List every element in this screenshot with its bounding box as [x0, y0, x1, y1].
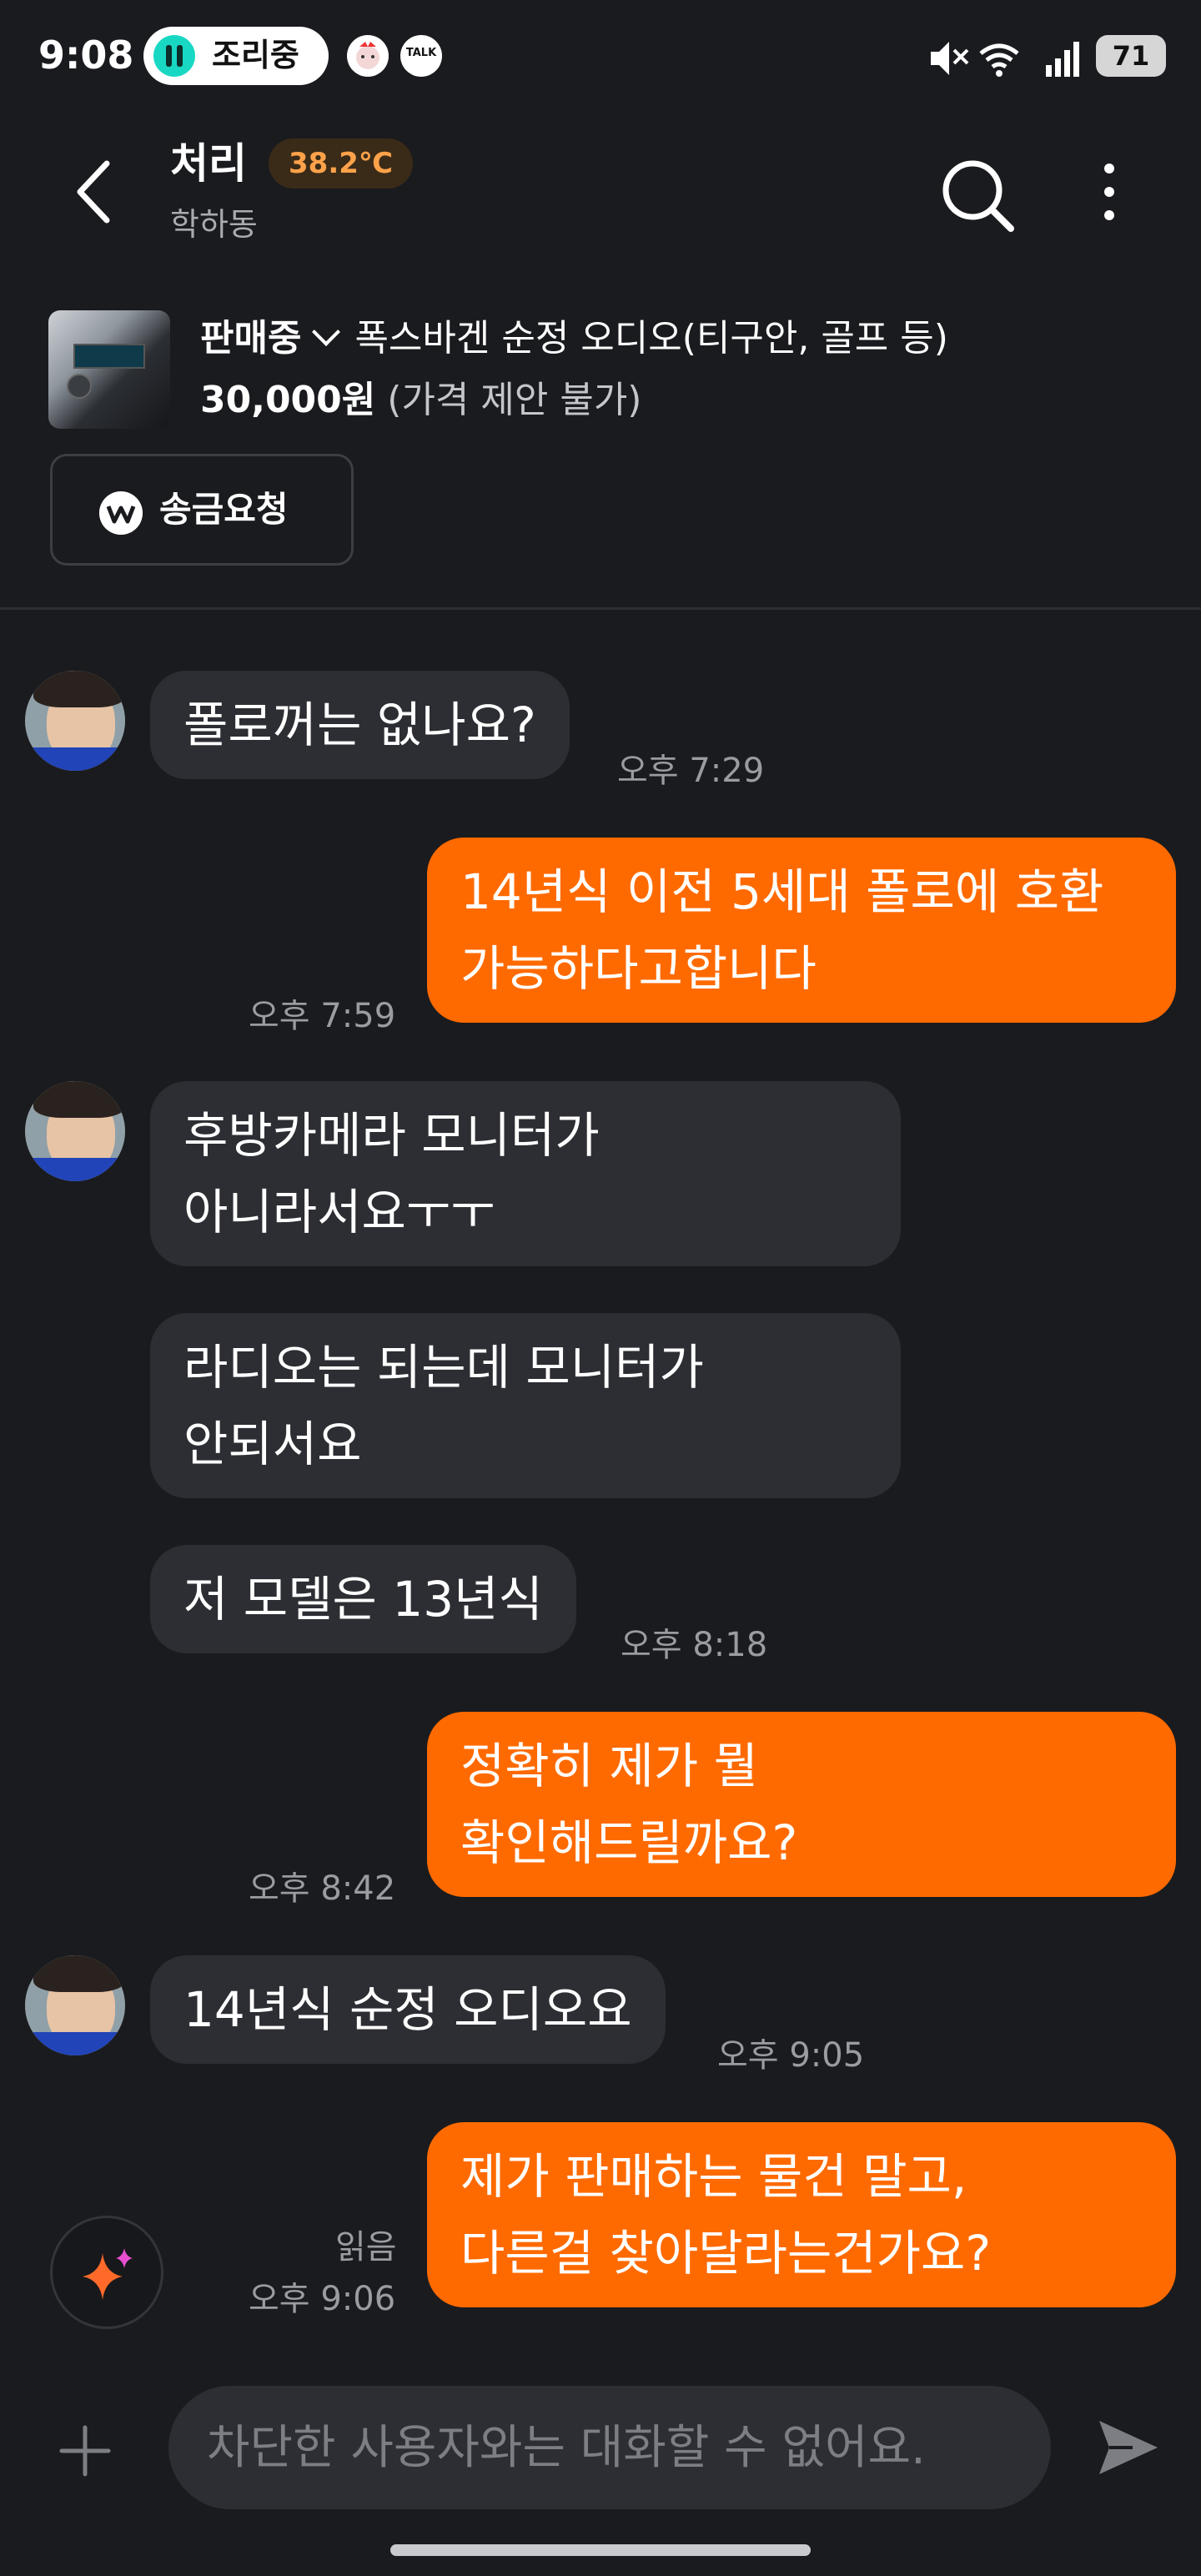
status-time: 9:08: [38, 33, 134, 78]
message-bubble-incoming[interactable]: 저 모델은 13년식: [150, 1545, 576, 1653]
kakaotalk-notification-icon: TALK: [400, 35, 442, 77]
message-bubble-incoming[interactable]: 라디오는 되는데 모니터가 안되서요: [150, 1313, 901, 1498]
message-time: 오후 8:18: [621, 1626, 768, 1664]
pill-label: 조리중: [212, 37, 299, 73]
avatar-hair: [33, 1081, 125, 1118]
battery-indicator: 71: [1096, 35, 1166, 77]
header-divider: [0, 607, 1201, 610]
notification-app-icon: [347, 35, 389, 77]
message-text: 14년식 순정 오디오요: [183, 1981, 632, 2038]
message-time: 오후 9:05: [717, 2036, 865, 2075]
product-price: 30,000원: [200, 379, 376, 421]
price-note: (가격 제안 불가): [387, 379, 642, 421]
ai-assistant-button[interactable]: [50, 2216, 163, 2329]
wifi-icon: [979, 43, 1019, 69]
chevron-down-icon[interactable]: [312, 318, 341, 346]
avatar-shirt: [25, 1158, 125, 1181]
talk-label: TALK: [405, 47, 437, 59]
won-icon: [99, 491, 143, 535]
manner-temperature-badge[interactable]: 38.2℃: [269, 138, 414, 189]
sale-status[interactable]: 판매중: [200, 317, 301, 360]
message-time: 오후 8:42: [249, 1869, 396, 1908]
message-text: 가능하다고합니다: [460, 940, 817, 997]
message-text: 14년식 이전 5세대 폴로에 호환: [460, 863, 1104, 920]
product-line[interactable]: 판매중 폭스바겐 순정 오디오(티구안, 골프 등): [200, 314, 948, 364]
chat-partner-name: 처리: [170, 139, 247, 188]
message-bubble-outgoing[interactable]: 제가 판매하는 물건 말고, 다른걸 찾아달라는건가요?: [427, 2122, 1176, 2307]
message-time: 오후 9:06: [249, 2280, 396, 2318]
partner-avatar[interactable]: [25, 1081, 125, 1181]
message-text: 확인해드릴까요?: [460, 1814, 798, 1871]
message-text: 아니라서요ㅜㅜ: [183, 1184, 495, 1240]
send-icon[interactable]: [1094, 2414, 1161, 2481]
message-time: 오후 7:59: [249, 997, 396, 1035]
message-time: 오후 7:29: [617, 752, 765, 790]
home-indicator: [390, 2544, 811, 2556]
signal-icon: [1046, 42, 1079, 77]
avatar-hair: [33, 1955, 125, 1992]
message-bubble-outgoing[interactable]: 정확히 제가 뭘 확인해드릴까요?: [427, 1712, 1176, 1897]
plus-icon[interactable]: [58, 2424, 112, 2478]
message-text: 안되서요: [183, 1416, 362, 1472]
partner-location: 학하동: [170, 206, 258, 243]
message-text: 정확히 제가 뭘: [460, 1738, 759, 1794]
avatar-hair: [33, 671, 125, 707]
mute-icon: [931, 42, 969, 75]
partner-avatar[interactable]: [25, 671, 125, 771]
thumb-radio-knob: [67, 374, 92, 399]
cooking-timer-pill[interactable]: 조리중: [143, 27, 329, 85]
message-bubble-incoming[interactable]: 폴로꺼는 없나요?: [150, 671, 570, 779]
sparkle-icon: [83, 2248, 133, 2300]
product-title: 폭스바겐 순정 오디오(티구안, 골프 등): [354, 317, 948, 360]
remit-request-label: 송금요청: [159, 489, 289, 530]
avatar-shirt: [25, 2032, 125, 2055]
timer-app-icon: [153, 35, 195, 77]
partner-avatar[interactable]: [25, 1955, 125, 2055]
message-text: 제가 판매하는 물건 말고,: [460, 2148, 967, 2205]
product-thumbnail[interactable]: [48, 310, 170, 429]
message-text: 폴로꺼는 없나요?: [183, 697, 536, 753]
message-text: 다른걸 찾아달라는건가요?: [460, 2225, 992, 2282]
search-icon[interactable]: [939, 157, 1016, 234]
message-text: 후방카메라 모니터가: [183, 1107, 600, 1164]
message-input[interactable]: [168, 2386, 1051, 2509]
remit-request-button[interactable]: 송금요청: [50, 454, 354, 566]
avatar-shirt: [25, 747, 125, 771]
back-arrow-icon[interactable]: [65, 158, 132, 225]
message-bubble-incoming[interactable]: 14년식 순정 오디오요: [150, 1955, 666, 2064]
status-icons: [931, 42, 1079, 77]
message-text: 저 모델은 13년식: [183, 1571, 543, 1628]
read-receipt: 읽음: [335, 2228, 397, 2267]
message-bubble-outgoing[interactable]: 14년식 이전 5세대 폴로에 호환 가능하다고합니다: [427, 838, 1176, 1023]
message-text: 라디오는 되는데 모니터가: [183, 1339, 704, 1396]
thumb-radio-display: [73, 344, 145, 369]
price-line: 30,000원 (가격 제안 불가): [200, 375, 641, 425]
message-bubble-incoming[interactable]: 후방카메라 모니터가 아니라서요ㅜㅜ: [150, 1081, 901, 1266]
more-vertical-icon[interactable]: [1084, 158, 1134, 225]
